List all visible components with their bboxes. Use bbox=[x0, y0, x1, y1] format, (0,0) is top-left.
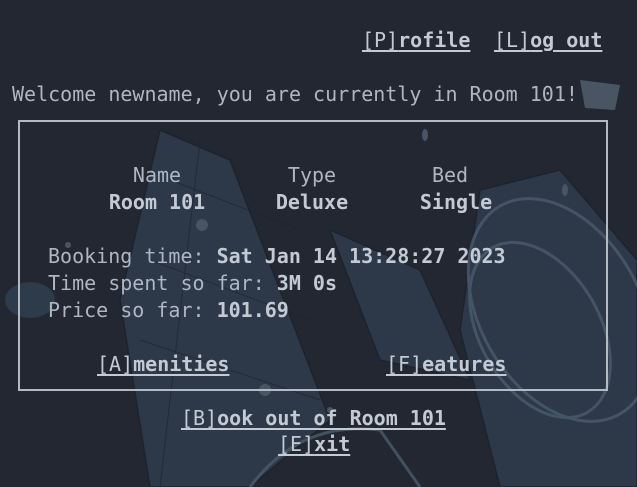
booking-time-label: Booking time: bbox=[48, 244, 217, 268]
amenities-label: menities bbox=[133, 352, 230, 376]
time-spent-value: 3M 0s bbox=[276, 271, 337, 295]
book-out-button[interactable]: [B]ook out of Room 101 bbox=[181, 405, 446, 432]
room-name-value: Room 101 bbox=[108, 190, 206, 214]
profile-label: rofile bbox=[398, 28, 471, 52]
features-button[interactable]: [F]eatures bbox=[386, 351, 506, 378]
features-hotkey: [F] bbox=[386, 352, 423, 376]
book-out-hotkey: [B] bbox=[181, 406, 218, 430]
profile-link[interactable]: [P]rofile bbox=[362, 27, 470, 54]
time-spent-row: Time spent so far: 3M 0s bbox=[48, 270, 337, 297]
price-row: Price so far: 101.69 bbox=[48, 297, 289, 324]
amenities-button[interactable]: [A]menities bbox=[97, 351, 229, 378]
booking-time-row: Booking time: Sat Jan 14 13:28:27 2023 bbox=[48, 243, 506, 270]
price-label: Price so far: bbox=[48, 298, 217, 322]
exit-button[interactable]: [E]xit bbox=[278, 431, 350, 458]
room-type-value: Deluxe bbox=[275, 190, 349, 214]
header-name: Name bbox=[132, 163, 182, 187]
amenities-hotkey: [A] bbox=[97, 352, 134, 376]
book-out-label: ook out of Room 101 bbox=[217, 406, 446, 430]
features-label: eatures bbox=[422, 352, 507, 376]
booking-time-value: Sat Jan 14 13:28:27 2023 bbox=[216, 244, 506, 268]
header-type: Type bbox=[287, 163, 337, 187]
profile-hotkey: [P] bbox=[362, 28, 399, 52]
exit-hotkey: [E] bbox=[278, 432, 315, 456]
exit-label: xit bbox=[314, 432, 351, 456]
room-bed-value: Single bbox=[419, 190, 493, 214]
header-bed: Bed bbox=[431, 163, 469, 187]
logout-hotkey: [L] bbox=[494, 28, 531, 52]
time-spent-label: Time spent so far: bbox=[48, 271, 277, 295]
welcome-message: Welcome newname, you are currently in Ro… bbox=[12, 82, 578, 106]
price-value: 101.69 bbox=[216, 298, 289, 322]
logout-link[interactable]: [L]og out bbox=[494, 27, 602, 54]
logout-label: og out bbox=[530, 28, 603, 52]
